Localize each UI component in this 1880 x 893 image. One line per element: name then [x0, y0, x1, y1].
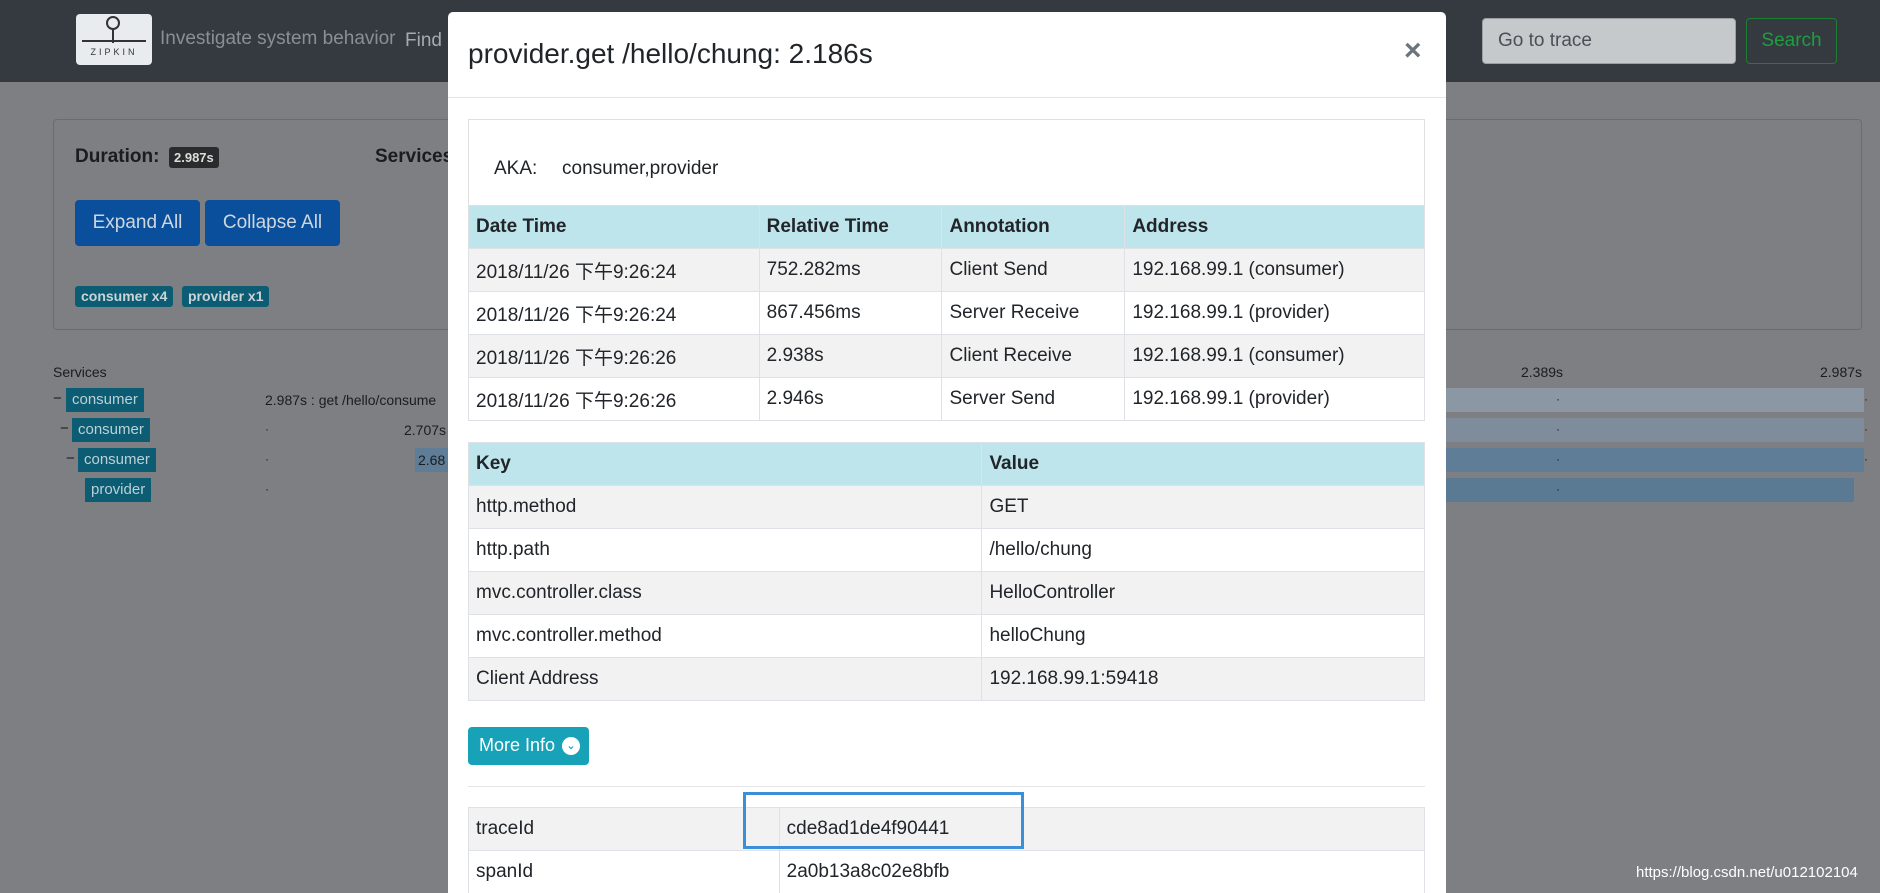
- nav-find-link[interactable]: Find: [405, 30, 442, 52]
- table-cell: 192.168.99.1 (provider): [1124, 377, 1425, 421]
- column-header: Annotation: [941, 205, 1126, 249]
- modal-header: provider.get /hello/chung: 2.186s ×: [448, 12, 1446, 98]
- table-row: mvc.controller.method helloChung: [467, 614, 1425, 658]
- arrow-icon: [82, 40, 146, 42]
- duration-label: Duration:: [75, 146, 160, 167]
- trace-id-highlight-box: [743, 792, 1024, 849]
- annotations-table: Date Time Relative Time Annotation Addre…: [468, 205, 1425, 421]
- go-to-trace-input[interactable]: Go to trace: [1482, 18, 1736, 64]
- span-bar[interactable]: [1446, 448, 1864, 472]
- table-cell: 192.168.99.1 (consumer): [1124, 248, 1425, 292]
- span-bar[interactable]: [1446, 478, 1854, 502]
- table-cell: /hello/chung: [981, 528, 1425, 572]
- span-duration-text: 2.68: [418, 452, 446, 468]
- more-info-label: More Info: [479, 735, 556, 755]
- table-row: mvc.controller.class HelloController: [467, 571, 1425, 615]
- span-service-consumer[interactable]: consumer: [72, 418, 150, 442]
- table-cell: Client Receive: [941, 334, 1126, 378]
- span-bar[interactable]: [1446, 418, 1864, 442]
- service-badge-consumer[interactable]: consumer x4: [75, 286, 174, 307]
- aka-value: consumer,provider: [562, 158, 719, 179]
- expand-all-button[interactable]: Expand All: [75, 200, 200, 246]
- collapse-all-button[interactable]: Collapse All: [205, 200, 340, 246]
- span-service-provider[interactable]: provider: [85, 478, 152, 502]
- table-row: spanId 2a0b13a8c02e8bfb: [468, 850, 1426, 893]
- column-header: Relative Time: [758, 205, 943, 249]
- table-cell: Server Send: [941, 377, 1126, 421]
- service-badge-provider[interactable]: provider x1: [182, 286, 270, 307]
- axis-tick: 2.389s: [1521, 364, 1564, 380]
- table-cell: mvc.controller.class: [467, 571, 983, 615]
- table-cell: http.path: [467, 528, 983, 572]
- aka-card: AKA: consumer,provider: [468, 119, 1425, 219]
- more-info-button[interactable]: More Info ⌄: [468, 727, 589, 765]
- table-cell: 752.282ms: [758, 248, 943, 292]
- span-duration-text: 2.707s: [404, 422, 447, 438]
- divider: [468, 786, 1425, 787]
- column-header: Date Time: [468, 205, 760, 249]
- collapse-toggle[interactable]: −: [66, 450, 75, 467]
- table-cell: 192.168.99.1 (consumer): [1124, 334, 1425, 378]
- table-row: http.path /hello/chung: [467, 528, 1425, 572]
- table-cell: HelloController: [981, 571, 1425, 615]
- column-header: Key: [467, 442, 983, 486]
- search-button[interactable]: Search: [1746, 18, 1837, 64]
- table-row: 2018/11/26 下午9:26:24 867.456ms Server Re…: [468, 291, 1425, 335]
- table-header-row: Key Value: [467, 442, 1425, 486]
- column-header: Address: [1124, 205, 1425, 249]
- span-detail-modal: provider.get /hello/chung: 2.186s × AKA:…: [448, 12, 1446, 893]
- table-cell: GET: [981, 485, 1425, 529]
- table-cell: 192.168.99.1 (provider): [1124, 291, 1425, 335]
- tagline: Investigate system behavior: [160, 28, 396, 49]
- span-service-consumer[interactable]: consumer: [78, 448, 156, 472]
- table-row: http.method GET: [467, 485, 1425, 529]
- table-cell: helloChung: [981, 614, 1425, 658]
- table-cell: 192.168.99.1:59418: [981, 657, 1425, 701]
- table-cell: http.method: [467, 485, 983, 529]
- pin-icon: [106, 16, 120, 30]
- table-cell: Client Send: [941, 248, 1126, 292]
- column-header: Value: [981, 442, 1425, 486]
- services-label: Services: [375, 146, 454, 167]
- table-row: 2018/11/26 下午9:26:24 752.282ms Client Se…: [468, 248, 1425, 292]
- span-bar[interactable]: [1446, 388, 1864, 412]
- table-cell: mvc.controller.method: [467, 614, 983, 658]
- close-icon[interactable]: ×: [1404, 34, 1422, 68]
- table-cell: 2018/11/26 下午9:26:26: [468, 334, 760, 378]
- axis-tick: 2.987s: [1820, 364, 1863, 380]
- table-cell: traceId: [468, 807, 780, 851]
- zipkin-logo[interactable]: ZIPKIN: [76, 14, 152, 65]
- table-cell: 2.946s: [758, 377, 943, 421]
- watermark: https://blog.csdn.net/u012102104: [1636, 864, 1858, 881]
- table-cell: 867.456ms: [758, 291, 943, 335]
- table-cell: Client Address: [467, 657, 983, 701]
- span-duration-text: 2.987s : get /hello/consume: [265, 392, 437, 408]
- collapse-toggle[interactable]: −: [60, 420, 69, 437]
- chevron-down-icon: ⌄: [562, 737, 580, 755]
- collapse-toggle[interactable]: −: [53, 390, 62, 407]
- table-cell: Server Receive: [941, 291, 1126, 335]
- table-cell: spanId: [468, 850, 780, 893]
- timeline-services-header: Services: [53, 364, 107, 380]
- table-cell: 2018/11/26 下午9:26:24: [468, 248, 760, 292]
- duration-badge: 2.987s: [169, 147, 219, 168]
- modal-title: provider.get /hello/chung: 2.186s: [468, 38, 873, 69]
- span-id-value[interactable]: 2a0b13a8c02e8bfb: [778, 850, 1426, 893]
- tags-table: Key Value http.method GET http.path /hel…: [467, 442, 1425, 701]
- table-row: 2018/11/26 下午9:26:26 2.938s Client Recei…: [468, 334, 1425, 378]
- table-cell: 2.938s: [758, 334, 943, 378]
- table-cell: 2018/11/26 下午9:26:24: [468, 291, 760, 335]
- table-header-row: Date Time Relative Time Annotation Addre…: [468, 205, 1425, 249]
- table-cell: 2018/11/26 下午9:26:26: [468, 377, 760, 421]
- aka-label: AKA:: [494, 158, 538, 179]
- table-row: 2018/11/26 下午9:26:26 2.946s Server Send …: [468, 377, 1425, 421]
- table-row: Client Address 192.168.99.1:59418: [467, 657, 1425, 701]
- span-service-consumer[interactable]: consumer: [66, 388, 144, 412]
- logo-text: ZIPKIN: [90, 47, 138, 57]
